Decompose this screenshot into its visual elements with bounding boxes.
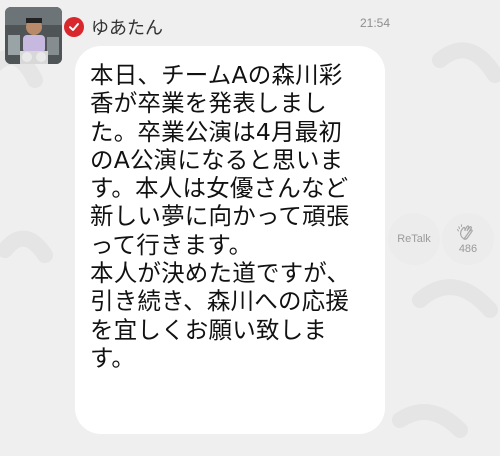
- message-bubble[interactable]: 本日、チームAの森川彩 香が卒業を発表しまし た。卒業公演は4月最初 のA公演に…: [75, 46, 385, 434]
- user-name[interactable]: ゆあたん: [91, 14, 163, 40]
- retalk-label: ReTalk: [397, 233, 431, 245]
- verified-check-icon: [64, 17, 84, 37]
- avatar[interactable]: [5, 7, 62, 64]
- user-avatar-photo-icon: [5, 7, 62, 64]
- clap-button[interactable]: 486: [442, 213, 494, 265]
- clap-count: 486: [458, 242, 478, 255]
- message-text: 本日、チームAの森川彩 香が卒業を発表しまし た。卒業公演は4月最初 のA公演に…: [90, 61, 351, 372]
- retalk-button[interactable]: ReTalk: [388, 213, 440, 265]
- timestamp: 21:54: [359, 16, 390, 30]
- post-header: ゆあたん: [64, 12, 163, 42]
- clapping-hands-icon: [457, 223, 473, 240]
